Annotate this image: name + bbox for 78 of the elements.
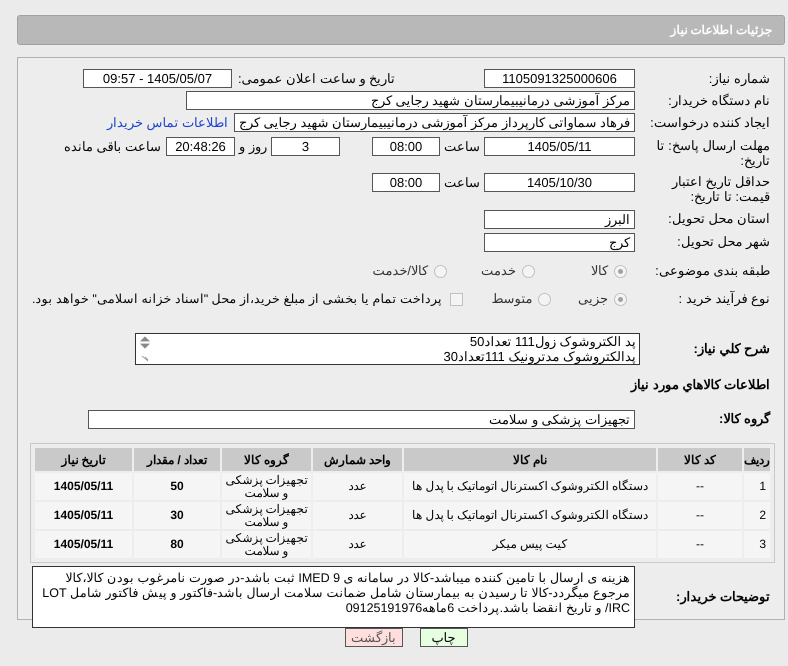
table-cell: دستگاه الکتروشوک اکسترنال اتوماتیک با پدل ها [404, 502, 656, 529]
column-header: کد کالا [658, 448, 742, 471]
field-label: توضیحات خریدار: [675, 588, 770, 606]
input-field[interactable]: فرهاد سماواتی کارپرداز مرکز آموزشی درمانیبیمارستان شهید رجایی کرج [234, 113, 635, 132]
table-cell: 30 [134, 502, 220, 529]
table-cell: کیت پیس میکر [404, 531, 656, 558]
table-cell: عدد [313, 473, 402, 500]
table-cell: تجهیزات پزشکی و سلامت [222, 531, 311, 558]
input-field[interactable]: 1405/10/30 [484, 173, 635, 192]
field-label: نام دستگاه خریدار: [667, 92, 770, 110]
field-label: ایجاد کننده درخواست: [649, 114, 770, 132]
field-label: تاریخ و ساعت اعلان عمومی: [238, 70, 396, 86]
table-cell: 50 [134, 473, 220, 500]
field-label: نوع فرآیند خرید : [678, 290, 770, 308]
notes-field[interactable]: هزینه ی ارسال با تامین کننده میباشد-کالا در سامانه ی IMED 9 ثبت باشد-در صورت نامرغوب بودن کالا،کالا مرجوع میگردد-کالا تا رسیدن به بیمارستان شامل ضمانت سلامت ارسال باشد-فاکتور و پیش فاکتور شامل LOT /IRC و تاریخ انقضا باشد.پرداخت 6ماهه09125191976 [32, 566, 635, 628]
field-label: شماره نیاز: [708, 70, 770, 88]
input-field[interactable]: 08:00 [372, 173, 440, 192]
radio-button[interactable] [522, 264, 535, 278]
table-cell: 2 [744, 502, 770, 529]
column-header: نام کالا [404, 448, 656, 471]
column-header: تعداد / مقدار [134, 448, 220, 471]
field-label: ساعت باقی مانده [64, 139, 161, 154]
input-field[interactable]: 20:48:26 [166, 137, 235, 156]
field-label: شهر محل تحویل: [676, 233, 770, 252]
table-cell: -- [658, 473, 742, 500]
input-field[interactable]: 08:00 [372, 137, 440, 156]
table-cell: -- [658, 531, 742, 558]
option-label: جزیی [578, 290, 608, 308]
column-header: گروه کالا [222, 448, 311, 471]
column-header: واحد شمارش [313, 448, 402, 471]
input-field[interactable]: کرج [484, 232, 635, 252]
table-cell: تجهیزات پزشکی و سلامت [222, 473, 311, 500]
input-field[interactable]: 3 [271, 137, 340, 156]
table-cell: 3 [744, 531, 770, 558]
buyer-contact-link[interactable]: اطلاعات تماس خریدار [106, 112, 228, 132]
input-field[interactable]: 1405/05/11 [484, 137, 635, 156]
table-cell: -- [658, 502, 742, 529]
input-field[interactable]: 1405/05/07 - 09:57 [83, 69, 232, 88]
section-title: اطلاعات كالاهاي مورد نياز [631, 376, 770, 394]
page-title: جزئیات اطلاعات نیاز [670, 22, 772, 39]
table-cell: تجهیزات پزشکی و سلامت [222, 502, 311, 529]
field-label: شرح كلي نياز: [692, 340, 770, 358]
radio-button[interactable] [614, 292, 627, 306]
field-label: ساعت [444, 139, 480, 154]
field-label: مهلت ارسال پاسخ: تا تاریخ: [656, 137, 770, 168]
print-button[interactable]: چاپ [420, 628, 468, 647]
column-header: تاریخ نیاز [35, 448, 132, 471]
table-cell: عدد [313, 502, 402, 529]
table-cell: دستگاه الکتروشوک اکسترنال اتوماتیک با پدل ها [404, 473, 656, 500]
input-field[interactable]: البرز [484, 210, 635, 228]
description-field[interactable]: پد الکتروشوک زول111 تعداد50 پدالکتروشوک مدترونیک 111تعداد30 [135, 333, 640, 365]
radio-button[interactable] [538, 292, 552, 306]
option-label: کالا [591, 262, 608, 280]
payment-note: پرداخت تمام یا بخشی از مبلغ خرید،از محل "اسناد خزانه اسلامی" خواهد بود. [32, 290, 442, 308]
scroll-arrows-icon[interactable] [140, 336, 150, 362]
field-label: ساعت [444, 175, 480, 190]
back-button[interactable]: بازگشت [344, 628, 402, 647]
radio-button[interactable] [614, 264, 627, 278]
input-field[interactable]: مرکز آموزشی درمانیبیمارستان شهید رجایی کرج [186, 91, 635, 110]
table-cell: عدد [313, 531, 402, 558]
radio-button[interactable] [434, 264, 447, 278]
table-cell: 80 [134, 531, 220, 558]
input-field[interactable]: تجهیزات پزشکی و سلامت [88, 410, 635, 428]
field-label: طبقه بندی موضوعی: [654, 262, 770, 280]
table-cell: 1405/05/11 [35, 502, 132, 529]
column-header: ردیف [744, 448, 770, 471]
option-label: متوسط [491, 290, 532, 308]
table-cell: 1405/05/11 [35, 531, 132, 558]
field-label: استان محل تحویل: [667, 210, 770, 228]
input-field[interactable]: 1105091325000606 [484, 69, 635, 88]
table-cell: 1405/05/11 [35, 473, 132, 500]
checkbox[interactable] [450, 292, 464, 306]
field-label: حداقل تاریخ اعتبار قیمت: تا تاریخ: [670, 173, 770, 204]
field-label: گروه کالا: [718, 410, 770, 428]
field-label: روز و [239, 139, 267, 154]
table-cell: 1 [744, 473, 770, 500]
option-label: خدمت [481, 262, 516, 280]
option-label: کالا/خدمت [372, 262, 428, 280]
